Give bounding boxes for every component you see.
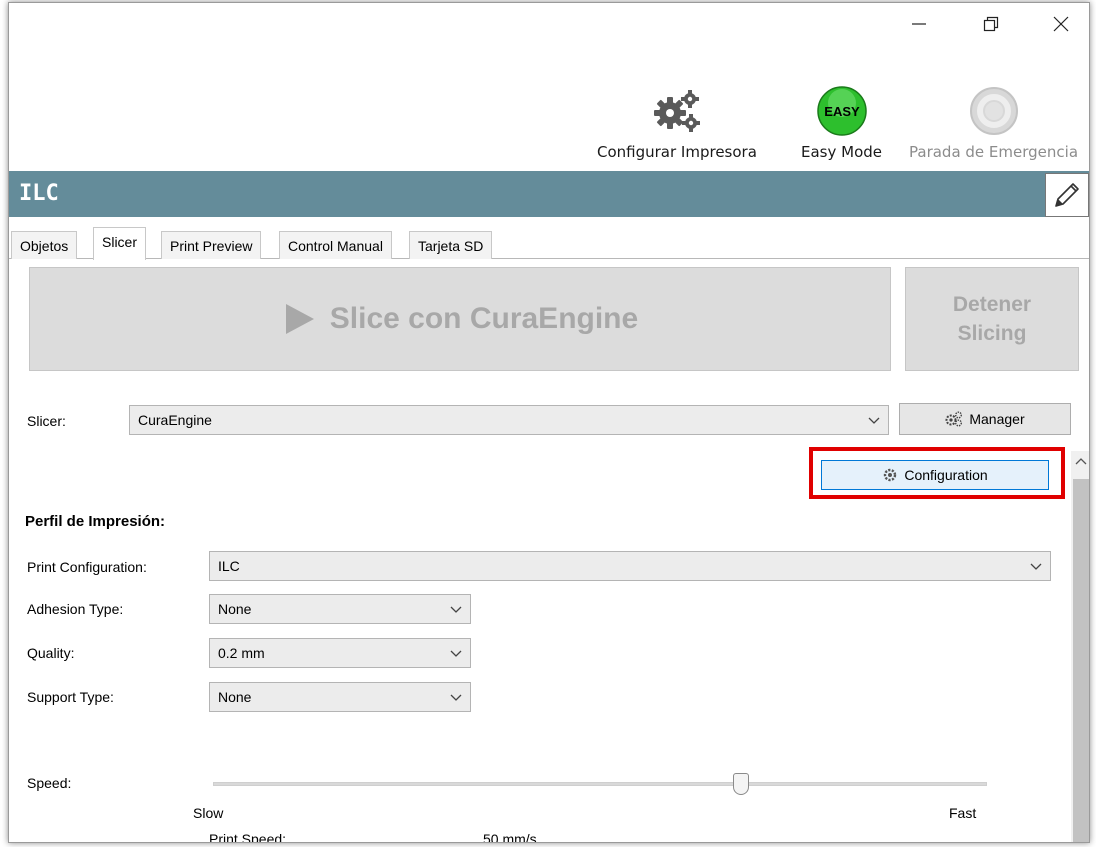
quality-value: 0.2 mm (218, 645, 265, 661)
support-type-select[interactable]: None (209, 682, 471, 712)
print-speed-value: 50 mm/s (483, 831, 537, 843)
edit-button[interactable] (1045, 173, 1089, 217)
app-window: Configurar Impresora EASY Easy Mode Para… (8, 2, 1090, 843)
printer-name: ILC (19, 181, 59, 206)
manager-button-label: Manager (969, 411, 1025, 427)
restore-button[interactable] (971, 9, 1011, 39)
easy-mode-icon: EASY (816, 86, 867, 136)
chevron-down-icon (450, 650, 462, 657)
printer-title-bar: ILC (9, 171, 1089, 217)
minimize-button[interactable] (899, 9, 939, 39)
close-icon (1053, 16, 1069, 32)
slicer-select[interactable]: CuraEngine (129, 405, 889, 435)
tab-print-preview[interactable]: Print Preview (161, 231, 262, 259)
configure-printer-button[interactable]: Configurar Impresora (597, 85, 757, 161)
speed-slider-track[interactable] (213, 782, 987, 786)
support-type-value: None (218, 689, 252, 705)
tab-strip: Objetos Slicer Print Preview Control Man… (9, 225, 1089, 260)
scrollbar[interactable] (1071, 451, 1089, 842)
tab-slicer[interactable]: Slicer (93, 227, 147, 260)
speed-slider-thumb[interactable] (733, 773, 749, 795)
close-button[interactable] (1041, 9, 1081, 39)
print-configuration-label: Print Configuration: (27, 559, 147, 575)
quality-select[interactable]: 0.2 mm (209, 638, 471, 668)
minimize-icon (912, 23, 926, 25)
stop-slicing-line1: Detener (952, 292, 1032, 316)
emergency-stop-icon (969, 87, 1018, 135)
slicer-select-value: CuraEngine (138, 412, 212, 428)
configure-printer-label: Configurar Impresora (597, 143, 757, 161)
configuration-button-label: Configuration (904, 467, 988, 483)
easy-mode-button[interactable]: EASY Easy Mode (801, 85, 882, 161)
speed-label: Speed: (27, 775, 72, 791)
tab-objetos[interactable]: Objetos (11, 231, 78, 259)
emergency-stop-label: Parada de Emergencia (909, 143, 1079, 161)
chevron-down-icon (450, 694, 462, 701)
easy-badge-text: EASY (824, 104, 860, 119)
gears-icon (653, 90, 700, 132)
emergency-stop-button[interactable]: Parada de Emergencia (909, 85, 1078, 161)
restore-icon (983, 16, 999, 32)
print-configuration-select[interactable]: ILC (209, 551, 1051, 581)
support-type-label: Support Type: (27, 689, 114, 705)
print-profile-title: Perfil de Impresión: (25, 513, 166, 530)
quality-label: Quality: (27, 645, 75, 661)
print-speed-label: Print Speed: (209, 831, 287, 843)
scrollbar-thumb[interactable] (1073, 479, 1089, 842)
chevron-down-icon (868, 417, 880, 424)
adhesion-type-value: None (218, 601, 252, 617)
easy-mode-label: Easy Mode (801, 143, 882, 161)
adhesion-type-label: Adhesion Type: (27, 601, 124, 617)
adhesion-type-select[interactable]: None (209, 594, 471, 624)
configuration-button[interactable]: Configuration (821, 460, 1049, 490)
pencil-icon (1055, 183, 1079, 207)
stop-slicing-line2: Slicing (957, 322, 1027, 345)
stop-slicing-button[interactable]: Detener Slicing (905, 267, 1079, 371)
play-icon (285, 304, 314, 334)
tab-tarjeta-sd[interactable]: Tarjeta SD (409, 231, 493, 259)
slice-button-label: Slice con CuraEngine (329, 302, 639, 335)
gear-icon (882, 467, 898, 483)
slicer-label: Slicer: (27, 413, 66, 429)
manager-button[interactable]: Manager (899, 403, 1071, 435)
speed-slow-label: Slow (193, 805, 224, 821)
tab-control-manual[interactable]: Control Manual (279, 231, 392, 259)
gears-icon (945, 411, 963, 427)
speed-fast-label: Fast (949, 805, 977, 821)
chevron-down-icon (450, 606, 462, 613)
chevron-down-icon (1030, 563, 1042, 570)
chevron-up-icon[interactable] (1073, 455, 1089, 467)
print-configuration-value: ILC (218, 558, 240, 574)
slice-button[interactable]: Slice con CuraEngine (29, 267, 891, 371)
